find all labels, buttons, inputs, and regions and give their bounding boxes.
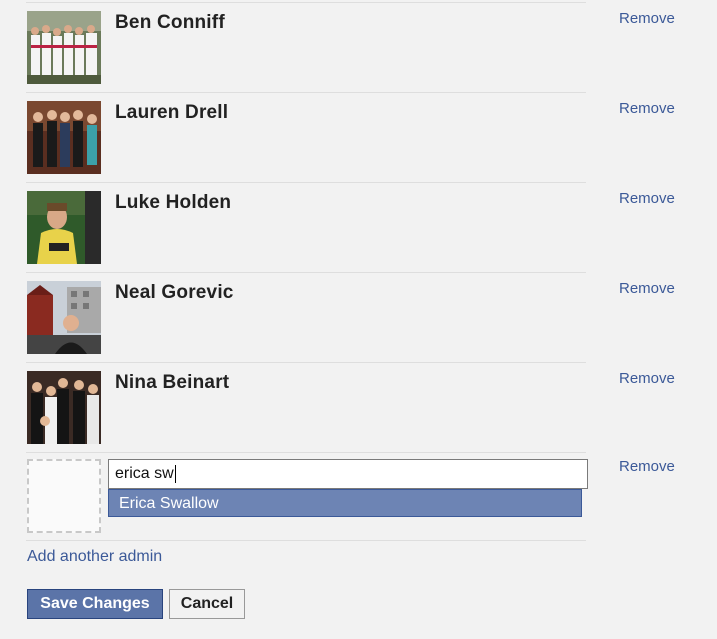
row-divider [26, 540, 586, 541]
remove-admin-link[interactable]: Remove [619, 190, 675, 207]
text-caret [174, 464, 176, 483]
admin-photo [27, 371, 101, 444]
admin-row: Lauren Drell Remove [0, 90, 717, 180]
remove-admin-link[interactable]: Remove [619, 100, 675, 117]
admin-row: Nina Beinart Remove [0, 360, 717, 450]
remove-admin-link[interactable]: Remove [619, 370, 675, 387]
admin-name: Neal Gorevic [115, 282, 234, 303]
admin-photo [27, 281, 101, 354]
admin-search-input[interactable]: erica sw [108, 459, 588, 489]
input-text: erica sw [115, 465, 174, 482]
empty-photo-placeholder [27, 459, 101, 533]
row-divider [26, 272, 586, 273]
admin-name: Nina Beinart [115, 372, 230, 393]
remove-admin-link[interactable]: Remove [619, 280, 675, 297]
admin-name: Ben Conniff [115, 12, 225, 33]
admin-photo [27, 11, 101, 84]
admin-row: Luke Holden Remove [0, 180, 717, 270]
new-admin-row: erica sw Erica Swallow Remove [0, 450, 717, 541]
remove-admin-link[interactable]: Remove [619, 10, 675, 27]
row-divider [26, 92, 586, 93]
row-divider [26, 2, 586, 3]
cancel-button[interactable]: Cancel [169, 589, 245, 619]
admin-name: Luke Holden [115, 192, 232, 213]
add-another-admin-link[interactable]: Add another admin [27, 548, 162, 566]
admin-photo [27, 191, 101, 264]
admin-row: Neal Gorevic Remove [0, 270, 717, 360]
admin-editor: Ben Conniff Remove Lauren Drell Remove L… [0, 0, 717, 639]
autocomplete-suggestion[interactable]: Erica Swallow [108, 489, 582, 517]
row-divider [26, 182, 586, 183]
row-divider [26, 452, 586, 453]
remove-admin-link[interactable]: Remove [619, 458, 675, 475]
admin-name: Lauren Drell [115, 102, 229, 123]
admin-photo [27, 101, 101, 174]
row-divider [26, 362, 586, 363]
admin-row: Ben Conniff Remove [0, 0, 717, 90]
save-changes-button[interactable]: Save Changes [27, 589, 163, 619]
